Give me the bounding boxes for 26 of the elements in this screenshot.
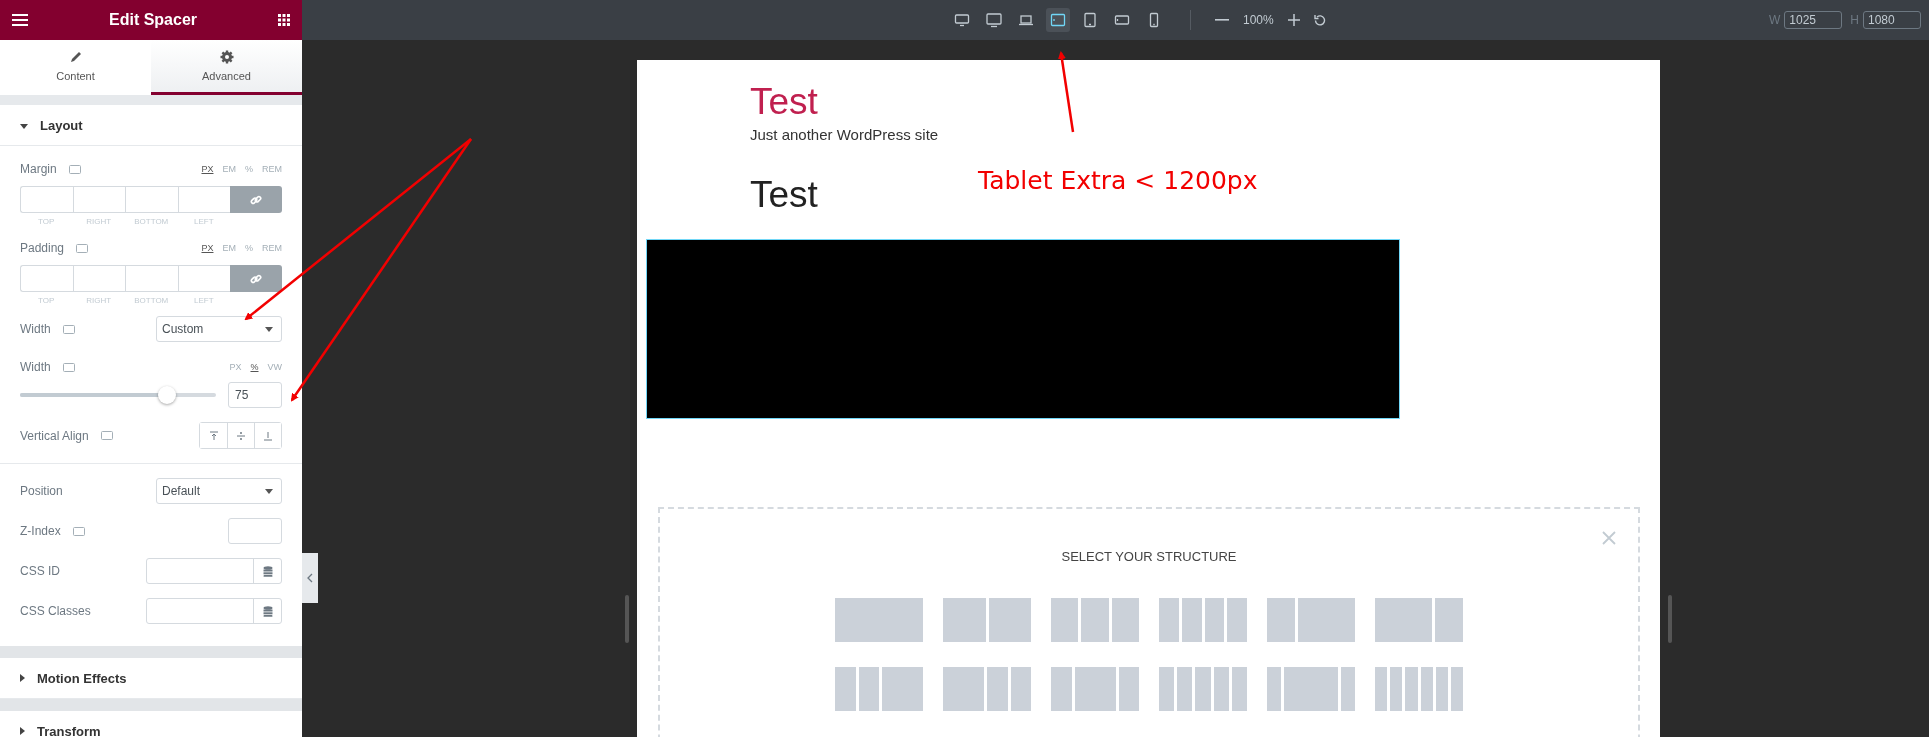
control-label: Padding xyxy=(20,241,65,255)
unit-option[interactable]: % xyxy=(250,362,259,372)
input-field[interactable]: 75 xyxy=(228,382,282,408)
width-field[interactable]: 1025 xyxy=(1784,11,1843,29)
annotation-text: Tablet Extra < 1200px xyxy=(978,166,1258,195)
unit-option[interactable]: PX xyxy=(201,243,214,253)
control-label: Width xyxy=(20,322,51,336)
width-label: W xyxy=(1769,13,1781,27)
select-field[interactable]: Custom xyxy=(156,316,282,342)
site-tagline: Just another WordPress site xyxy=(750,126,939,143)
unit-option[interactable]: PX xyxy=(201,164,214,174)
height-field[interactable]: 1080 xyxy=(1863,11,1921,29)
control-label: Vertical Align xyxy=(20,428,89,443)
control-label: CSS ID xyxy=(20,564,60,578)
control-label: CSS Classes xyxy=(20,604,91,618)
select-field[interactable]: Default xyxy=(156,478,282,504)
height-label: H xyxy=(1850,13,1859,27)
site-title[interactable]: Test xyxy=(750,80,818,124)
control-label: Width xyxy=(20,360,51,374)
page-heading: Test xyxy=(750,173,818,217)
zoom-level: 100% xyxy=(1243,13,1274,27)
structure-title: SELECT YOUR STRUCTURE xyxy=(1061,549,1237,565)
control-label: Z-Index xyxy=(20,524,61,538)
panel-title: Edit Spacer xyxy=(108,11,198,29)
control-label: Position xyxy=(20,484,63,498)
control-label: Margin xyxy=(20,162,57,176)
